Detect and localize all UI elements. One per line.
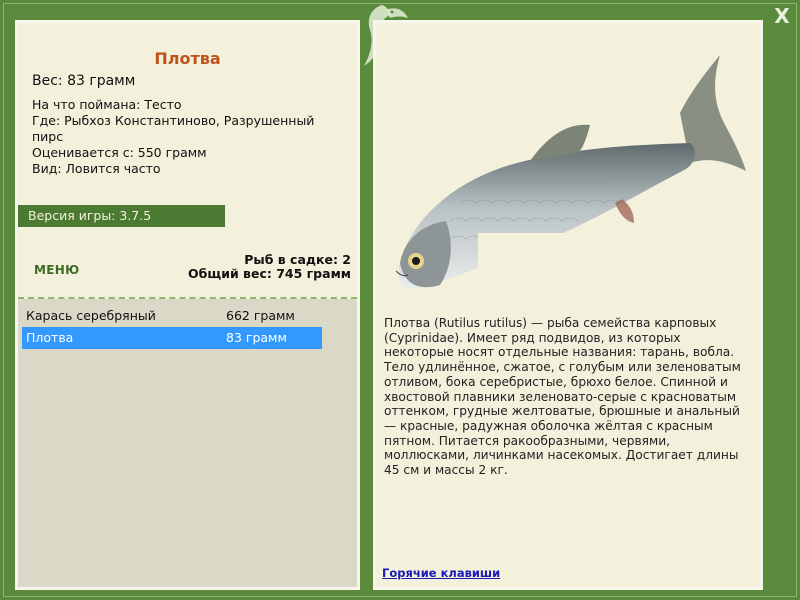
bait-info: На что поймана: Тесто <box>32 97 182 112</box>
location-info: Где: Рыбхоз Константиново, Разрушенный п… <box>32 113 315 144</box>
list-item-name: Плотва <box>26 330 74 345</box>
frequency-info: Вид: Ловится часто <box>32 161 161 176</box>
close-icon[interactable]: X <box>772 6 792 26</box>
list-item-name: Карась серебряный <box>26 308 156 323</box>
catch-list: Карась серебряный 662 грамм Плотва 83 гр… <box>18 299 357 587</box>
roach-fish-image <box>395 55 750 293</box>
list-item[interactable]: Карась серебряный 662 грамм <box>22 305 322 327</box>
game-window: X Плотва Вес: 83 грамм На что поймана: Т… <box>0 0 800 600</box>
fish-weight: Вес: 83 грамм <box>32 73 136 89</box>
fish-title: Плотва <box>154 49 221 68</box>
game-version: Версия игры: 3.7.5 <box>18 205 225 227</box>
fish-details: На что поймана: Тесто Где: Рыбхоз Конста… <box>32 97 342 177</box>
fish-count: Рыб в садке: 2 <box>244 252 351 267</box>
value-info: Оценивается с: 550 грамм <box>32 145 207 160</box>
list-item-weight: 662 грамм <box>226 308 295 323</box>
menu-button[interactable]: МЕНЮ <box>34 263 79 277</box>
list-item-weight: 83 грамм <box>226 330 287 345</box>
fish-info-panel: Плотва (Rutilus rutilus) — рыба семейств… <box>373 20 763 590</box>
total-weight: Общий вес: 745 грамм <box>188 266 351 281</box>
list-item-selected[interactable]: Плотва 83 грамм <box>22 327 322 349</box>
fish-description: Плотва (Rutilus rutilus) — рыба семейств… <box>384 316 741 478</box>
hotkeys-link[interactable]: Горячие клавиши <box>382 566 500 580</box>
catch-panel: Плотва Вес: 83 грамм На что поймана: Тес… <box>15 20 360 590</box>
keepnet-stats: Рыб в садке: 2 Общий вес: 745 грамм <box>188 253 351 281</box>
